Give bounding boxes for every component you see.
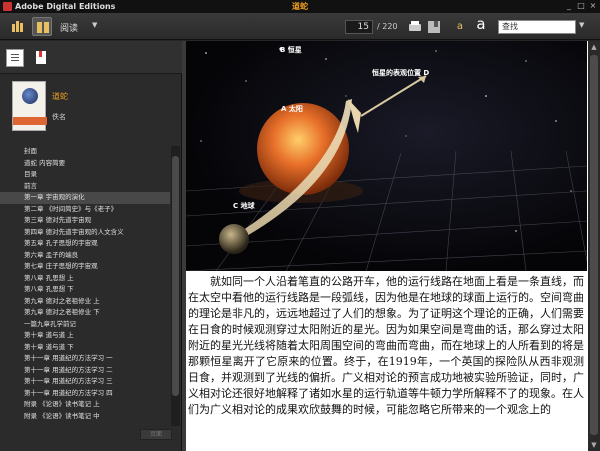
book-title[interactable]: 道蛇 bbox=[52, 91, 68, 102]
sun-label: A 太阳 bbox=[281, 105, 303, 113]
sidebar-scrollbar[interactable] bbox=[171, 146, 180, 426]
toc-item[interactable]: 第三章 德对先道宇宙观 bbox=[0, 215, 170, 227]
cover-band bbox=[13, 117, 47, 125]
toc-item[interactable]: 第六章 孟子的端良 bbox=[0, 250, 170, 262]
toc-item[interactable]: 第九章 德对之老祖修业 上 bbox=[0, 296, 170, 308]
cover-planet-icon bbox=[22, 88, 38, 104]
toc-item[interactable]: 前言 bbox=[0, 181, 170, 193]
toc-item[interactable]: 第十一章 用道纪的方法学习 三 bbox=[0, 376, 170, 388]
toc-item[interactable]: 第一章 宇宙观的演化 bbox=[0, 192, 170, 204]
sidebar-scroll-thumb[interactable] bbox=[172, 156, 179, 396]
page-text: 就如同一个人沿着笔直的公路开车，他的运行线路在地面上看是一条直线，而在太空中看他… bbox=[186, 274, 587, 418]
window-controls: _ □ × bbox=[564, 1, 598, 11]
table-of-contents: 封面 道蛇 内容简要 目录 前言 第一章 宇宙观的演化 第二章 《时间简史》与《老子》 第三… bbox=[0, 146, 170, 422]
toc-item[interactable]: 第八章 孔思想 上 bbox=[0, 273, 170, 285]
toc-item[interactable]: 第五章 孔子思想的宇宙观 bbox=[0, 238, 170, 250]
toc-tab-icon[interactable] bbox=[6, 49, 24, 67]
search-input[interactable]: 查找 bbox=[498, 20, 576, 34]
toc-item[interactable]: 第九章 德对之老祖修业 下 bbox=[0, 307, 170, 319]
starlight-deflection-illustration: B 恒星 恒星的表观位置 D A 太阳 C 地球 bbox=[186, 41, 587, 271]
toc-item[interactable]: 附录 《论语》读书笔记 中 bbox=[0, 411, 170, 423]
toc-item[interactable]: 附录 《论语》读书笔记 上 bbox=[0, 399, 170, 411]
toc-item[interactable]: 第七章 庄子思想的宇宙观 bbox=[0, 261, 170, 273]
toc-item[interactable]: 第十章 道与道 下 bbox=[0, 342, 170, 354]
sidebar-tabs bbox=[0, 41, 182, 74]
document-title: 道蛇 bbox=[292, 2, 308, 11]
toc-item[interactable]: 第二章 《时间简史》与《老子》 bbox=[0, 204, 170, 216]
view-mode-dropdown[interactable]: 阅读 bbox=[60, 21, 78, 34]
minimize-icon[interactable]: _ bbox=[564, 1, 574, 11]
apparent-position-label: 恒星的表观位置 D bbox=[372, 69, 430, 77]
book-author: 佚名 bbox=[52, 113, 66, 121]
maximize-icon[interactable]: □ bbox=[576, 1, 586, 11]
decrease-font-button[interactable]: a bbox=[453, 20, 467, 34]
book-cover-thumbnail[interactable] bbox=[12, 81, 47, 131]
scroll-up-icon[interactable]: ▲ bbox=[590, 43, 598, 51]
print-icon[interactable] bbox=[408, 20, 422, 34]
title-bar: Adobe Digital Editions 道蛇 _ □ × bbox=[0, 0, 600, 13]
toc-item[interactable]: 第八章 孔思想 下 bbox=[0, 284, 170, 296]
reading-pane: B 恒星 恒星的表观位置 D A 太阳 C 地球 就如同一个人沿着笔直的公路开车… bbox=[186, 41, 588, 451]
toc-item[interactable]: 第十一章 用道纪的方法学习 四 bbox=[0, 388, 170, 400]
bookmarks-tab-icon[interactable] bbox=[33, 49, 51, 67]
library-icon bbox=[12, 21, 24, 32]
library-view-button[interactable] bbox=[8, 17, 28, 36]
toc-item[interactable]: 第十一章 用道纪的方法学习 一 bbox=[0, 353, 170, 365]
app-window: Adobe Digital Editions 道蛇 _ □ × 阅读 ▼ 15 … bbox=[0, 0, 600, 451]
search-chevron-icon[interactable]: ▼ bbox=[579, 21, 584, 29]
star-label: B 恒星 bbox=[280, 46, 302, 54]
close-icon[interactable]: × bbox=[588, 1, 598, 11]
page-scroll-thumb[interactable] bbox=[590, 55, 598, 435]
sidebar-page-button[interactable]: 页面 bbox=[140, 429, 172, 440]
earth-label: C 地球 bbox=[233, 202, 255, 210]
bookmark-icon[interactable] bbox=[427, 20, 441, 34]
reading-view-button[interactable] bbox=[32, 17, 52, 36]
toc-item[interactable]: 道蛇 内容简要 bbox=[0, 158, 170, 170]
increase-font-button[interactable]: a bbox=[474, 17, 488, 32]
scroll-down-icon[interactable]: ▼ bbox=[590, 441, 598, 449]
chevron-down-icon[interactable]: ▼ bbox=[92, 21, 97, 29]
body-paragraph: 就如同一个人沿着笔直的公路开车，他的运行线路在地面上看是一条直线，而在太空中看他… bbox=[188, 275, 584, 416]
toolbar: 阅读 ▼ 15 / 220 a a 查找 ▼ bbox=[0, 13, 600, 40]
toc-item[interactable]: 一篇九章孔学前记 bbox=[0, 319, 170, 331]
page-number-input[interactable]: 15 bbox=[345, 20, 373, 34]
earth-icon bbox=[219, 224, 249, 254]
toc-item[interactable]: 目录 bbox=[0, 169, 170, 181]
toc-item[interactable]: 第十章 道与道 上 bbox=[0, 330, 170, 342]
toc-item[interactable]: 封面 bbox=[0, 146, 170, 158]
page-total: / 220 bbox=[377, 22, 398, 31]
sidebar: 道蛇 佚名 封面 道蛇 内容简要 目录 前言 第一章 宇宙观的演化 第二章 《时间简史》与… bbox=[0, 41, 182, 451]
toc-item[interactable]: 第十一章 用道纪的方法学习 二 bbox=[0, 365, 170, 377]
toc-item[interactable]: 第四章 德对先道宇宙观的人文含义 bbox=[0, 227, 170, 239]
page-scrollbar[interactable]: ▲ ▼ bbox=[588, 41, 600, 451]
